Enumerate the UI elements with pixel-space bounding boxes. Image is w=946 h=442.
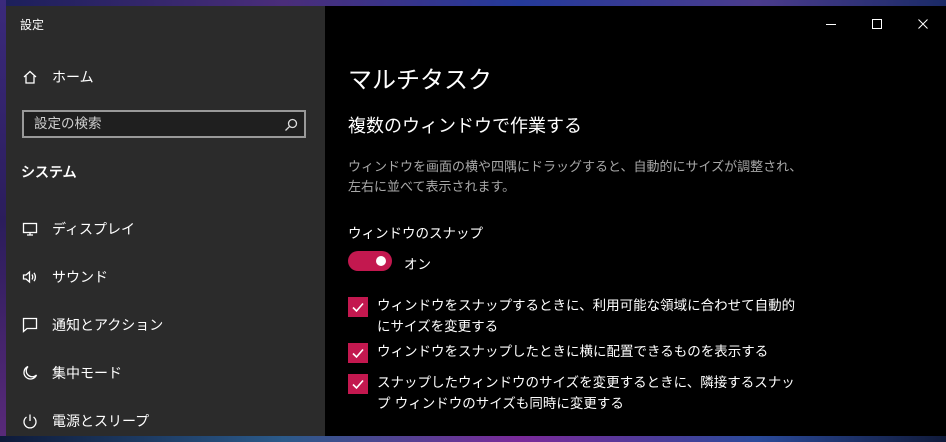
option-label: ウィンドウをスナップしたときに横に配置できるものを表示する [377,344,769,360]
sidebar-item-label: 電源とスリープ [52,414,150,430]
maximize-button[interactable] [854,10,900,38]
search-box[interactable] [22,110,306,138]
desktop-background-bottom [0,436,946,442]
checkbox-checked[interactable] [348,297,368,317]
sidebar-item-label: 通知とアクション [52,318,164,334]
window-title: 設定 [20,18,45,32]
page-title: マルチタスク [348,66,492,94]
checkmark-icon [352,379,364,390]
snap-toggle-state: オン [404,257,431,273]
sidebar-item-power-sleep[interactable]: 電源とスリープ [6,401,325,436]
close-button[interactable] [900,10,946,38]
power-icon [22,413,38,429]
main-content: マルチタスク 複数のウィンドウで作業する ウィンドウを画面の横や四隅にドラッグす… [325,6,946,436]
snap-setting-label: ウィンドウのスナップ [348,226,483,242]
option-label: ウィンドウをスナップするときに、利用可能な領域に合わせて自動的にサイズを変更する [377,298,796,335]
sidebar-item-label: 集中モード [52,366,122,382]
sidebar-item-display[interactable]: ディスプレイ [6,209,325,249]
section-subtitle: 複数のウィンドウで作業する [348,116,582,137]
search-icon[interactable] [284,117,298,131]
toggle-knob [376,256,386,266]
minimize-icon [826,24,836,25]
sidebar-item-notifications[interactable]: 通知とアクション [6,305,325,345]
maximize-icon [872,19,882,29]
checkbox-checked[interactable] [348,343,368,363]
sidebar-item-label: ディスプレイ [52,222,136,238]
settings-window: 設定 ホーム システム [6,6,946,436]
section-heading: システム [21,165,77,181]
checkmark-icon [352,302,364,313]
moon-icon [22,365,38,381]
close-icon [918,19,928,29]
home-icon [22,69,38,85]
option-label: スナップしたウィンドウのサイズを変更するときに、隣接するスナップ ウィンドウのサ… [377,375,795,412]
sidebar-item-label: サウンド [52,270,108,286]
description-text: ウィンドウを画面の横や四隅にドラッグすると、自動的にサイズが調整され、左右に並べ… [348,160,803,195]
checkbox-checked[interactable] [348,374,368,394]
minimize-button[interactable] [808,10,854,38]
monitor-icon [22,221,38,237]
snap-toggle[interactable] [348,251,392,271]
sidebar-item-sound[interactable]: サウンド [6,257,325,297]
checkmark-icon [352,348,364,359]
sidebar-item-focus-assist[interactable]: 集中モード [6,353,325,393]
search-input[interactable] [24,112,284,136]
speaker-icon [22,269,38,285]
sidebar-item-home[interactable]: ホーム [6,57,325,97]
sidebar-item-label: ホーム [52,70,94,86]
sidebar: 設定 ホーム システム [6,6,325,436]
notification-icon [22,317,38,333]
